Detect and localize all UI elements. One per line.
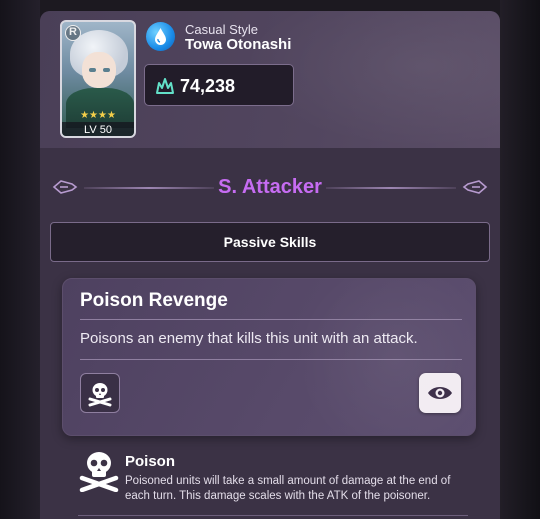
style-label: Casual Style	[185, 22, 258, 37]
character-name: Towa Otonashi	[185, 36, 292, 53]
skill-divider-top	[80, 319, 462, 320]
skill-name: Poison Revenge	[80, 290, 228, 311]
background-left	[0, 0, 40, 519]
character-portrait[interactable]: R ★★★★ LV 50	[60, 20, 136, 138]
background-right	[500, 0, 540, 519]
skull-crossbones-icon	[88, 383, 112, 407]
power-display: 74,238	[144, 64, 294, 106]
portrait-face	[82, 52, 116, 88]
water-drop-icon	[146, 22, 175, 51]
eye-icon	[428, 387, 452, 399]
bottom-divider	[78, 515, 468, 516]
flame-icon	[155, 77, 175, 100]
role-header: S. Attacker	[40, 170, 500, 206]
view-details-button[interactable]	[419, 373, 461, 413]
status-effect-description: Poisoned units will take a small amount …	[125, 475, 451, 502]
portrait-eye-right	[103, 68, 110, 72]
power-value: 74,238	[180, 76, 236, 96]
skill-card: Poison Revenge Poisons an enemy that kil…	[62, 278, 476, 436]
portrait-eye-left	[89, 68, 96, 72]
skill-divider-bottom	[80, 359, 462, 360]
skull-crossbones-icon	[78, 448, 120, 497]
status-effect-name: Poison	[125, 453, 176, 470]
rank-badge: R	[65, 25, 81, 41]
status-effect-button[interactable]	[80, 373, 120, 413]
passive-skills-tab[interactable]: Passive Skills	[50, 222, 490, 262]
section-label: Passive Skills	[223, 234, 317, 250]
role-title: S. Attacker	[218, 176, 322, 198]
rarity-stars: ★★★★	[80, 110, 116, 121]
status-effect-info: Poison Poisoned units will take a small …	[78, 448, 468, 508]
skill-description: Poisons an enemy that kills this unit wi…	[80, 330, 418, 347]
level-label: LV 50	[62, 122, 134, 136]
